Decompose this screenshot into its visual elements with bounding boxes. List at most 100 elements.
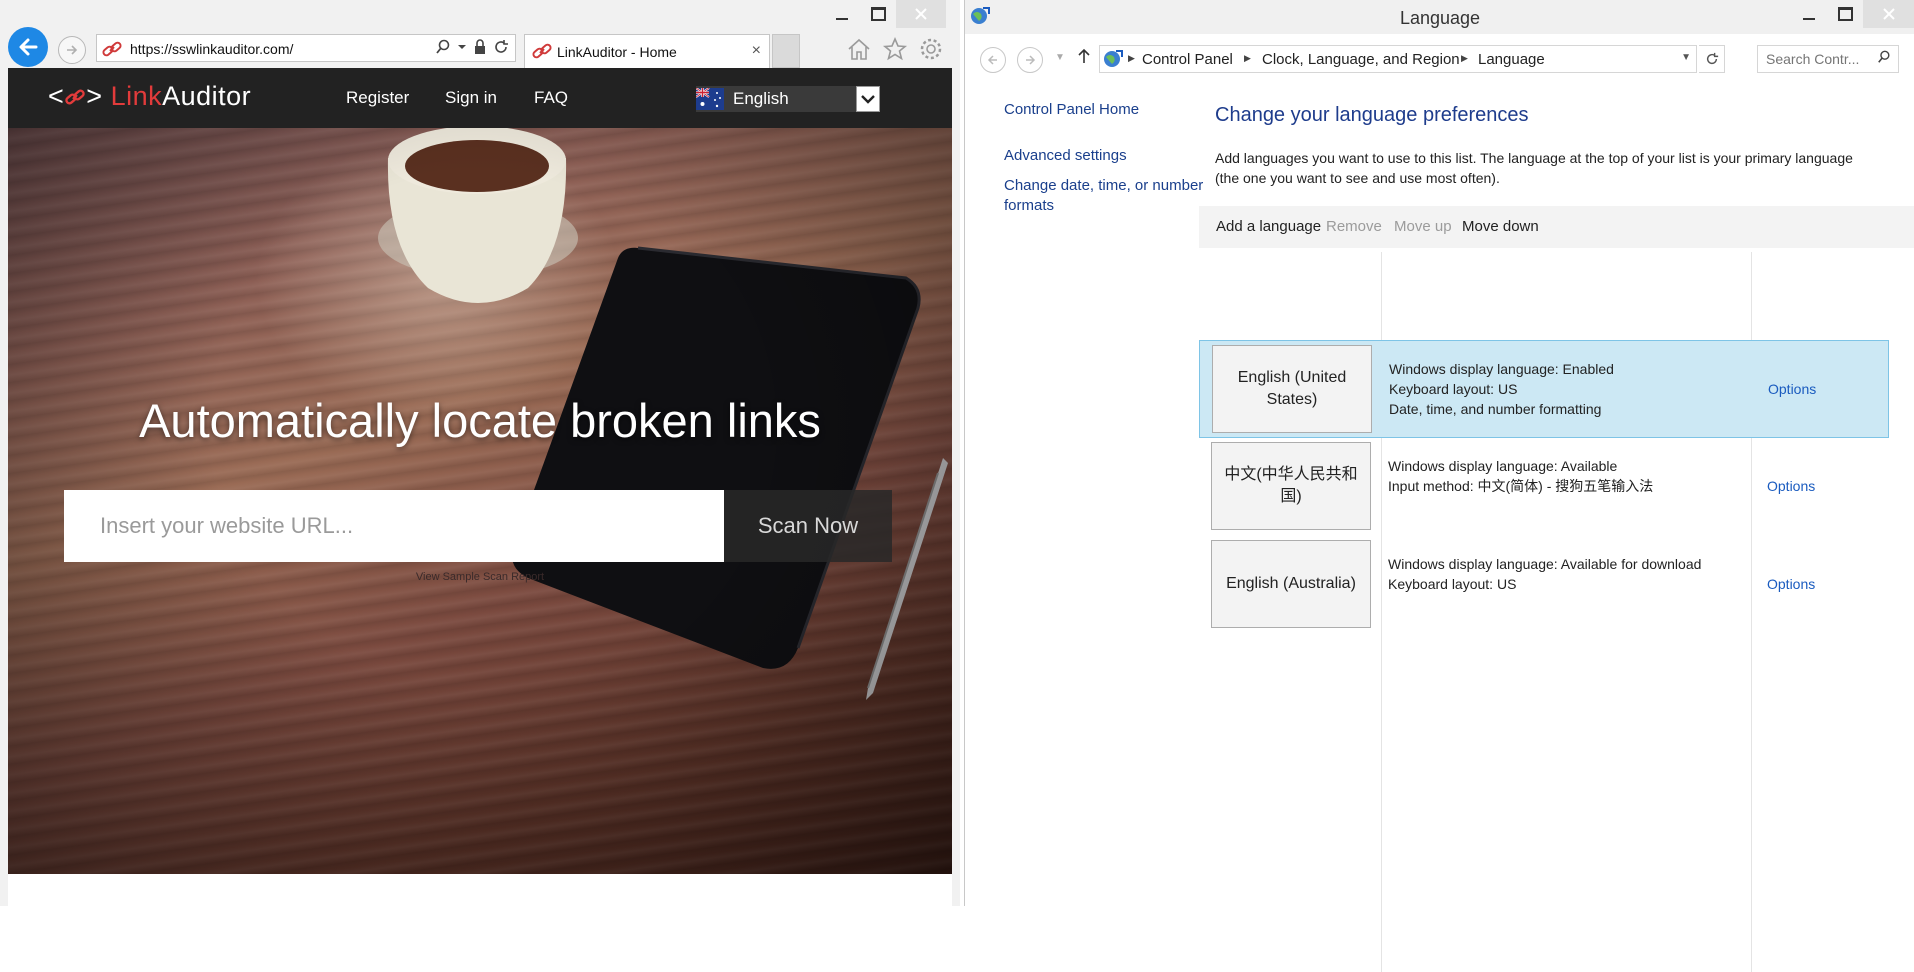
close-icon	[915, 8, 927, 20]
refresh-icon	[1706, 52, 1718, 65]
cp-back-button[interactable]	[980, 47, 1006, 73]
maximize-icon	[870, 7, 886, 21]
arrow-left-icon	[987, 55, 997, 65]
language-options-link[interactable]: Options	[1768, 381, 1816, 397]
language-name[interactable]: 中文(中华人民共和国)	[1211, 442, 1371, 530]
chain-link-icon	[101, 39, 123, 62]
browser-toolbar	[846, 36, 944, 62]
cp-titlebar: Language	[965, 0, 1914, 34]
keyboard-layout: Keyboard layout: US	[1388, 576, 1517, 592]
arrow-right-icon	[67, 45, 78, 55]
lock-icon[interactable]	[473, 39, 487, 55]
move-up-button[interactable]: Move up	[1394, 218, 1452, 235]
chain-link-icon	[65, 89, 86, 105]
breadcrumb[interactable]: ▶ Control Panel ▶ Clock, Language, and R…	[1099, 45, 1697, 73]
new-tab-button[interactable]	[772, 34, 800, 68]
cp-forward-button[interactable]	[1017, 47, 1043, 73]
breadcrumb-language[interactable]: Language	[1478, 51, 1545, 68]
chain-link-icon	[531, 41, 553, 64]
cp-left-pane: Control Panel Home Advanced settings Cha…	[965, 84, 1209, 906]
up-arrow-icon[interactable]	[1077, 48, 1091, 69]
logo-text-auditor: Auditor	[162, 81, 252, 111]
language-details: Windows display language: Available for …	[1388, 554, 1701, 594]
nav-signin-link[interactable]: Sign in	[445, 88, 497, 108]
add-language-button[interactable]: Add a language	[1216, 218, 1321, 235]
advanced-settings-link[interactable]: Advanced settings	[1004, 146, 1127, 166]
gear-icon[interactable]	[918, 36, 944, 62]
language-row[interactable]: English (Australia) Windows display lang…	[1199, 536, 1889, 634]
address-bar[interactable]: https://sswlinkauditor.com/	[96, 34, 516, 62]
language-value: English	[733, 89, 789, 108]
cp-maximize-button[interactable]	[1827, 0, 1863, 28]
input-method: Input method: 中文(简体) - 搜狗五笔输入法	[1388, 478, 1654, 494]
language-row[interactable]: English (United States) Windows display …	[1199, 340, 1889, 438]
control-panel-icon	[1102, 49, 1124, 72]
dropdown-icon[interactable]	[457, 39, 467, 55]
hero-title: Automatically locate broken links	[139, 394, 821, 447]
language-row[interactable]: 中文(中华人民共和国) Windows display language: Av…	[1199, 438, 1889, 536]
date-formats-link[interactable]: Change date, time, or number formats	[1004, 176, 1204, 216]
refresh-icon[interactable]	[493, 39, 509, 55]
nav-faq-link[interactable]: FAQ	[534, 88, 568, 108]
minimize-button[interactable]	[824, 0, 860, 28]
cp-navigation-bar: ▼ ▶ Control Panel ▶ Clock, Language, and…	[965, 34, 1914, 84]
language-toolbar: Add a language Remove Move up Move down	[1199, 206, 1914, 248]
language-details: Windows display language: Enabled Keyboa…	[1389, 359, 1614, 419]
scan-now-button[interactable]: Scan Now	[724, 490, 892, 562]
language-dropdown[interactable]: English	[696, 86, 880, 112]
browser-tab[interactable]: LinkAuditor - Home ×	[524, 34, 770, 68]
browser-window: https://sswlinkauditor.com/ LinkAuditor …	[0, 0, 960, 906]
home-icon[interactable]	[846, 36, 872, 62]
keyboard-layout: Keyboard layout: US	[1389, 381, 1518, 397]
site-navbar: < > LinkAuditor Register Sign in FAQ Engl…	[8, 68, 952, 128]
cp-refresh-button[interactable]	[1699, 45, 1725, 73]
star-icon[interactable]	[882, 36, 908, 62]
close-button[interactable]	[896, 0, 946, 28]
website-url-input[interactable]	[64, 490, 724, 562]
page-description: Add languages you want to use to this li…	[1215, 150, 1853, 186]
search-icon[interactable]	[435, 39, 451, 55]
language-options-link[interactable]: Options	[1767, 576, 1815, 592]
australia-flag-icon	[696, 88, 724, 110]
back-button[interactable]	[8, 27, 48, 67]
chevron-down-icon[interactable]: ▼	[1681, 52, 1691, 63]
cp-home-link[interactable]: Control Panel Home	[1004, 100, 1139, 120]
tab-title: LinkAuditor - Home	[557, 44, 677, 60]
maximize-button[interactable]	[860, 0, 896, 28]
display-language-status: Windows display language: Enabled	[1389, 361, 1614, 377]
breadcrumb-clock-language-region[interactable]: Clock, Language, and Region	[1262, 51, 1460, 68]
page-title: Change your language preferences	[1215, 104, 1529, 126]
sample-report-link[interactable]: View Sample Scan Report	[8, 571, 952, 583]
minimize-icon	[836, 18, 848, 20]
minimize-icon	[1803, 18, 1815, 20]
cp-window-title: Language	[1399, 8, 1481, 28]
address-url[interactable]: https://sswlinkauditor.com/	[130, 41, 293, 57]
breadcrumb-control-panel[interactable]: Control Panel	[1142, 51, 1233, 68]
breadcrumb-separator-icon: ▶	[1461, 53, 1468, 63]
language-name[interactable]: English (United States)	[1212, 345, 1372, 433]
logo-bracket-right: >	[86, 81, 103, 111]
move-down-button[interactable]: Move down	[1462, 218, 1539, 235]
breadcrumb-separator-icon: ▶	[1128, 53, 1135, 63]
language-details: Windows display language: Available Inpu…	[1388, 456, 1653, 496]
search-icon[interactable]	[1877, 50, 1891, 67]
control-panel-window: Language ▼ ▶ Control Panel ▶ Clock, Lang…	[964, 0, 1914, 972]
chevron-down-icon[interactable]	[856, 86, 880, 112]
language-options-link[interactable]: Options	[1767, 478, 1815, 494]
display-language-status: Windows display language: Available for …	[1388, 556, 1702, 572]
logo-text-link: Link	[110, 81, 163, 111]
recent-locations-icon[interactable]: ▼	[1055, 52, 1065, 63]
language-name[interactable]: English (Australia)	[1211, 540, 1371, 628]
forward-button[interactable]	[58, 36, 86, 64]
website-viewport: < > LinkAuditor Register Sign in FAQ Engl…	[8, 68, 952, 906]
tab-close-button[interactable]: ×	[752, 42, 761, 60]
remove-button[interactable]: Remove	[1326, 218, 1382, 235]
formatting-info: Date, time, and number formatting	[1389, 401, 1602, 417]
arrow-left-icon	[19, 38, 38, 56]
nav-register-link[interactable]: Register	[346, 88, 409, 108]
cp-close-button[interactable]	[1863, 0, 1914, 28]
linkauditor-logo[interactable]: < > LinkAuditor	[48, 81, 251, 112]
arrow-right-icon	[1026, 55, 1036, 65]
cp-minimize-button[interactable]	[1791, 0, 1827, 28]
close-icon	[1883, 8, 1895, 20]
